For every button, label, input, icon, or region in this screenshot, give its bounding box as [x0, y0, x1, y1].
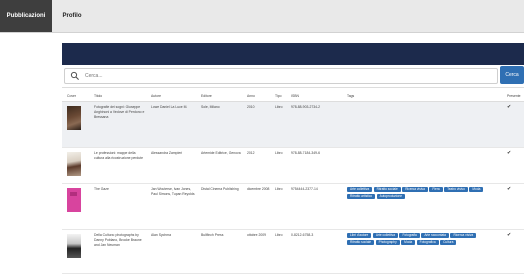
cover-image[interactable]	[67, 188, 81, 212]
tag-badge[interactable]: Ricerca visiva	[402, 187, 428, 192]
tag-badge[interactable]: Moda	[401, 239, 416, 245]
col-header-cover: Cover	[62, 90, 89, 102]
col-header-type: Tipo	[270, 90, 286, 102]
cover-cell	[62, 147, 89, 184]
col-header-isbn: ISBN	[286, 90, 342, 102]
tag-badge[interactable]: Fotografia	[399, 233, 420, 238]
col-header-tags: Tags	[342, 90, 502, 102]
search-icon	[70, 71, 79, 80]
tags-cell: Libri d'autore Arte collettiva Fotografia A…	[342, 229, 502, 274]
title-cell: Della Cultura: photographs by Danny Pobl…	[89, 229, 146, 274]
table-row[interactable]: Le professioni: mappe della cultura alla…	[62, 147, 524, 184]
isbn-cell: 978-88-7184-349-6	[286, 147, 342, 184]
type-cell: Libro	[270, 101, 286, 148]
title-cell: Le professioni: mappe della cultura alla…	[89, 147, 146, 184]
cover-cell	[62, 229, 89, 274]
present-cell: ✔	[502, 183, 524, 230]
check-icon: ✔	[507, 186, 512, 192]
title-cell: Fotografie dei sogni: Giuseppe Anghinoni…	[89, 101, 146, 148]
cover-cell	[62, 101, 89, 148]
publisher-cell: Bullfinch Press	[196, 229, 242, 274]
cover-image[interactable]	[67, 106, 81, 130]
search-box	[64, 68, 498, 84]
tag-badge[interactable]: Moda	[469, 187, 484, 192]
publisher-cell: Artemide Editrice, Genova	[196, 147, 242, 184]
year-cell: 2010	[242, 101, 270, 148]
tag-badge[interactable]: Photography	[375, 239, 400, 245]
publisher-cell: Sole, Milano	[196, 101, 242, 148]
cover-image[interactable]	[67, 234, 81, 258]
tag-badge[interactable]: Arte collettiva	[347, 187, 373, 192]
isbn-cell: 9754444-2377-14	[286, 183, 342, 230]
check-icon: ✔	[507, 150, 512, 156]
type-cell: Libro	[270, 147, 286, 184]
tab-profilo[interactable]: Profilo	[56, 0, 88, 32]
year-cell: dicembre 2008	[242, 183, 270, 230]
year-cell: 2012	[242, 147, 270, 184]
tag-badge[interactable]: Arte collettiva	[372, 233, 398, 238]
isbn-cell: 0-8212-6758-3	[286, 229, 342, 274]
present-cell: ✔	[502, 101, 524, 148]
tags-cell	[342, 101, 502, 148]
author-cell: Alessandra Zampieri	[146, 147, 196, 184]
publisher-cell: Distal Cinema Publishing	[196, 183, 242, 230]
tag-badge[interactable]: Teatro visivo	[444, 187, 468, 192]
year-cell: ottobre 2009	[242, 229, 270, 274]
top-navbar: Pubblicazioni Profilo	[0, 0, 524, 33]
check-icon: ✔	[507, 104, 512, 110]
col-header-author: Autore	[146, 90, 196, 102]
tags-cell: Arte collettiva Ritratto sociale Ricerca v…	[342, 183, 502, 230]
tag-badge[interactable]: Cultura	[440, 239, 457, 245]
tag-badge[interactable]: Arte raccontata	[421, 233, 449, 238]
present-cell: ✔	[502, 229, 524, 274]
search-input[interactable]	[85, 70, 485, 81]
present-cell: ✔	[502, 147, 524, 184]
tag-badge[interactable]: Libri d'autore	[347, 233, 372, 238]
isbn-cell: 978-88-903-2734-2	[286, 101, 342, 148]
title-cell: The Gaze	[89, 183, 146, 230]
author-cell: Jan Wouterse, Ivan Jones, Paul Simons, T…	[146, 183, 196, 230]
author-cell: Lowe Daniel La Luce M.	[146, 101, 196, 148]
search-row: Cerca	[62, 65, 524, 88]
table-row[interactable]: The Gaze Jan Wouterse, Ivan Jones, Paul …	[62, 183, 524, 230]
col-header-present: Presente	[502, 90, 524, 102]
publications-table: Cover Titolo Autore Editore Anno Tipo IS…	[62, 90, 524, 274]
type-cell: Libro	[270, 229, 286, 274]
header-bar	[62, 43, 524, 65]
tag-badge[interactable]: Fotografica	[416, 239, 439, 245]
table-row[interactable]: Della Cultura: photographs by Danny Pobl…	[62, 229, 524, 274]
search-button[interactable]: Cerca	[500, 66, 524, 84]
check-icon: ✔	[507, 232, 512, 238]
tag-badge[interactable]: Ritratto sociale	[347, 239, 375, 245]
col-header-title: Titolo	[89, 90, 146, 102]
col-header-publisher: Editore	[196, 90, 242, 102]
tags-cell	[342, 147, 502, 184]
cover-image[interactable]	[67, 152, 81, 176]
cover-cell	[62, 183, 89, 230]
tag-badge[interactable]: Fiera	[429, 187, 443, 192]
type-cell: Libro	[270, 183, 286, 230]
tab-pubblicazioni[interactable]: Pubblicazioni	[0, 0, 52, 32]
tag-badge[interactable]: Autoproduzione	[376, 193, 405, 199]
tag-badge[interactable]: Ricerca visiva	[450, 233, 477, 238]
col-header-year: Anno	[242, 90, 270, 102]
tag-badge[interactable]: Ritratto artistico	[347, 193, 376, 199]
tag-badge[interactable]: Ritratto sociale	[373, 187, 401, 192]
table-row[interactable]: Fotografie dei sogni: Giuseppe Anghinoni…	[62, 101, 524, 148]
table-header-row: Cover Titolo Autore Editore Anno Tipo IS…	[62, 90, 524, 102]
author-cell: Alan Sychma	[146, 229, 196, 274]
